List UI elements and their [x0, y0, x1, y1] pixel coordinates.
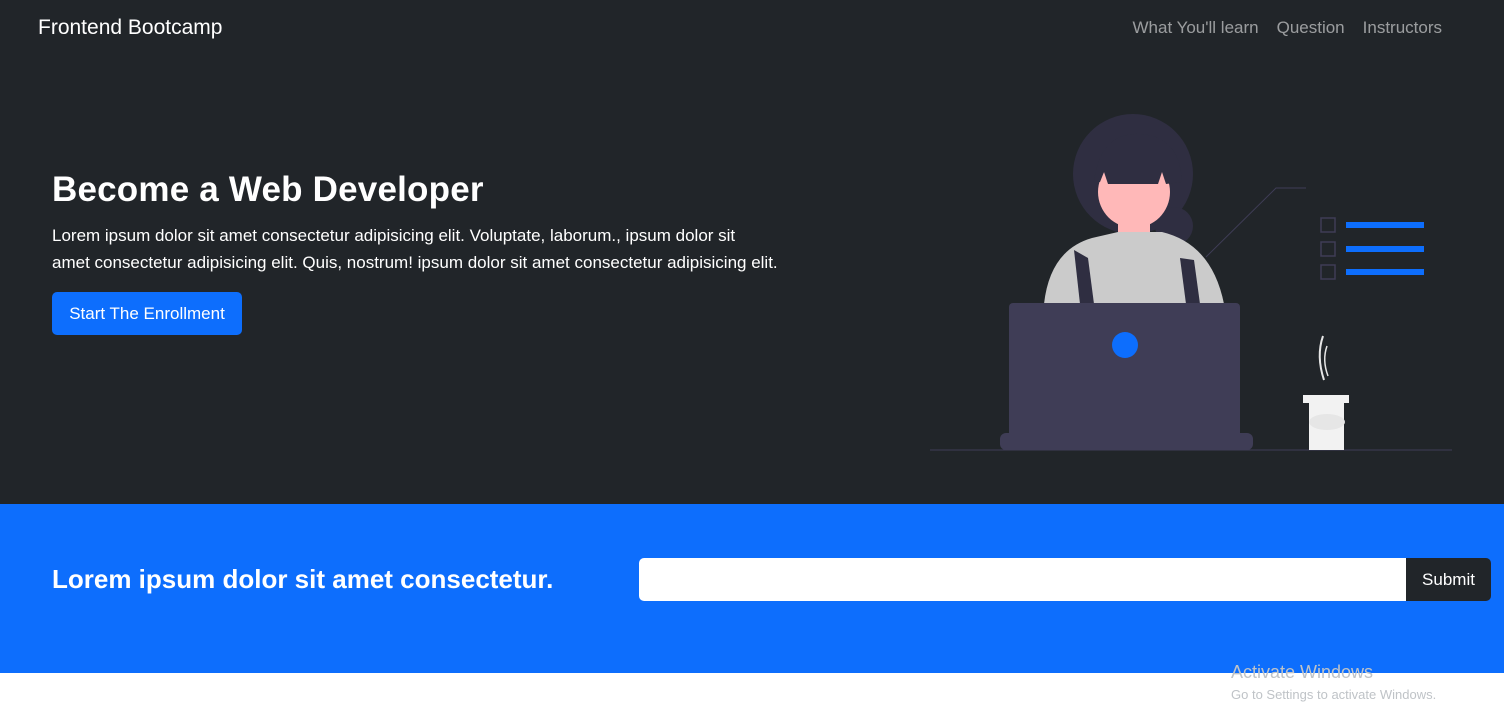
laptop-base: [1000, 433, 1253, 450]
watermark-subtitle: Go to Settings to activate Windows.: [1231, 687, 1437, 702]
navbar: Frontend Bootcamp What You'll learn Ques…: [0, 0, 1504, 62]
navbar-brand[interactable]: Frontend Bootcamp: [38, 16, 222, 40]
newsletter-section: Lorem ipsum dolor sit amet consectetur. …: [0, 504, 1504, 673]
nav-link-instructors[interactable]: Instructors: [1363, 18, 1442, 38]
newsletter-text: Lorem ipsum dolor sit amet consectetur.: [52, 564, 554, 594]
submit-button[interactable]: Submit: [1406, 558, 1491, 601]
list-line-icon-3: [1346, 269, 1424, 275]
list-line-icon-1: [1346, 222, 1424, 228]
checkbox-icon-2: [1320, 241, 1336, 257]
hero-lead-line-2: amet consectetur adipisicing elit. Quis,…: [52, 253, 778, 272]
checkbox-icon-3: [1320, 264, 1336, 280]
watermark-title: Activate Windows: [1231, 662, 1374, 682]
developer-illustration: [930, 114, 1452, 451]
nav-link-question[interactable]: Question: [1277, 18, 1345, 38]
list-line-icon-2: [1346, 246, 1424, 252]
nav-link-what-youll-learn[interactable]: What You'll learn: [1132, 18, 1258, 38]
hero-lead: Lorem ipsum dolor sit amet consectetur a…: [52, 222, 842, 276]
steam-line-1: [1318, 335, 1325, 381]
hero-lead-line-1: Lorem ipsum dolor sit amet consectetur a…: [52, 226, 736, 245]
hero-section: Become a Web Developer Lorem ipsum dolor…: [0, 62, 1504, 504]
steam-line-2: [1324, 345, 1329, 377]
checkbox-icon-1: [1320, 217, 1336, 233]
laptop-screen: [1009, 303, 1240, 443]
newsletter-input[interactable]: [639, 558, 1407, 601]
coffee-cup-sleeve: [1309, 414, 1345, 430]
pointer-line: [1205, 187, 1306, 258]
coffee-cup-lid: [1303, 395, 1349, 403]
laptop-logo-icon: [1112, 332, 1138, 358]
start-enrollment-button[interactable]: Start The Enrollment: [52, 292, 242, 335]
windows-activation-watermark: Activate Windows Go to Settings to activ…: [1231, 662, 1436, 702]
nav-links: What You'll learn Question Instructors: [1132, 18, 1442, 38]
hero-title: Become a Web Developer: [52, 170, 484, 209]
